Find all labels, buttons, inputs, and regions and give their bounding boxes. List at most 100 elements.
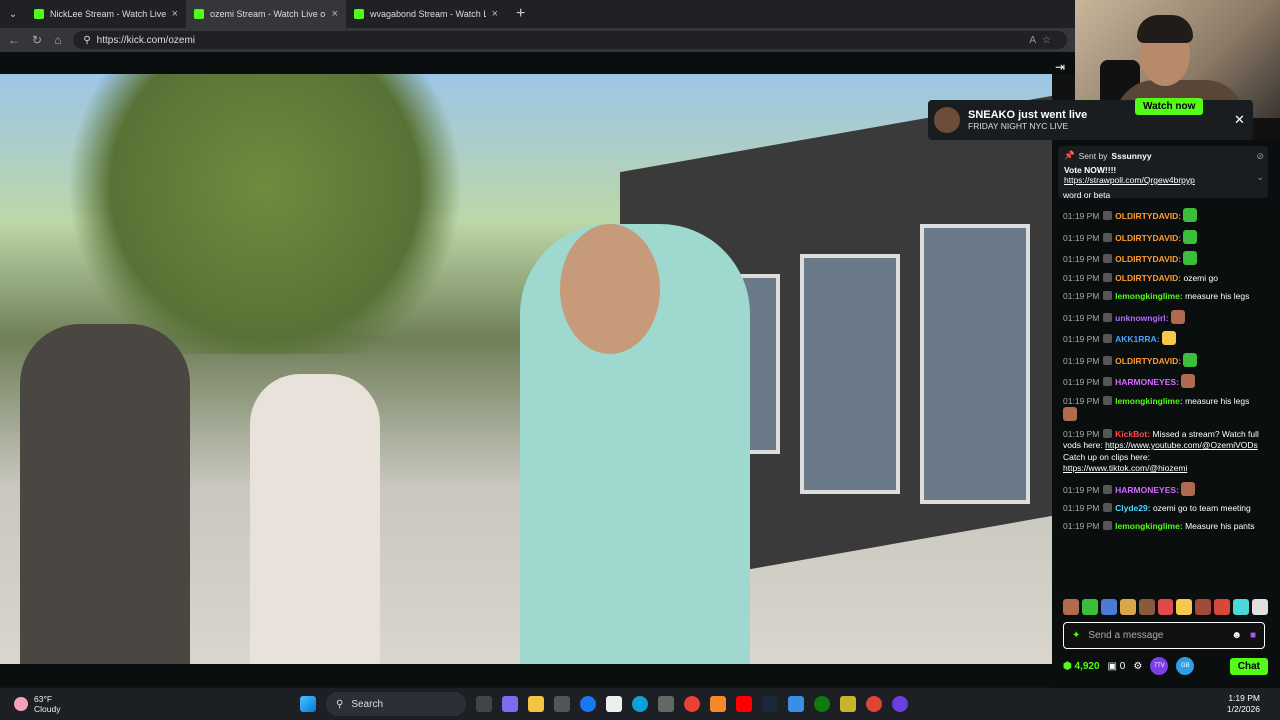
- video-controls-bar[interactable]: [0, 664, 1052, 686]
- steam-icon[interactable]: [762, 696, 778, 712]
- emote-icon[interactable]: [1176, 599, 1193, 615]
- emote-icon[interactable]: [1138, 599, 1155, 615]
- message-username[interactable]: OLDIRTYDAVID:: [1115, 356, 1181, 366]
- message-username[interactable]: lemongkinglime:: [1115, 291, 1183, 301]
- message-username[interactable]: lemongkinglime:: [1115, 396, 1183, 406]
- browser-tab-3[interactable]: wvagabond Stream - Watch Live o ×: [346, 0, 506, 28]
- chrome-icon[interactable]: [684, 696, 700, 712]
- tab-close-icon[interactable]: ×: [332, 8, 338, 20]
- emote-icon: [1161, 331, 1176, 346]
- unpin-icon[interactable]: ⊘: [1256, 151, 1264, 162]
- user-badge-icon: [1102, 395, 1112, 405]
- pinned-link[interactable]: https://strawpoll.com/Qrgew4brpyp: [1064, 175, 1262, 185]
- message-username[interactable]: lemongkinglime:: [1115, 521, 1183, 531]
- message-link[interactable]: https://www.youtube.com/@OzemiVODs: [1105, 440, 1258, 450]
- settings-app-icon[interactable]: [788, 696, 804, 712]
- emote-icon[interactable]: [1214, 599, 1231, 615]
- site-info-icon[interactable]: ⚲: [83, 35, 90, 46]
- settings-gear-icon[interactable]: ⚙: [1133, 661, 1142, 672]
- copilot-icon[interactable]: [502, 696, 518, 712]
- emoji-icon[interactable]: ☻: [1231, 630, 1242, 641]
- browser-tab-1[interactable]: NickLee Stream - Watch Live o ×: [26, 0, 186, 28]
- message-username[interactable]: OLDIRTYDAVID:: [1115, 233, 1181, 243]
- emote-icon[interactable]: [1195, 599, 1212, 615]
- message-username[interactable]: OLDIRTYDAVID:: [1115, 254, 1181, 264]
- facebook-icon[interactable]: [580, 696, 596, 712]
- message-username[interactable]: KickBot:: [1115, 429, 1150, 439]
- emote-quick-bar: [1063, 599, 1268, 617]
- tab-list-chevron-icon[interactable]: ⌄: [0, 9, 26, 20]
- message-username[interactable]: OLDIRTYDAVID:: [1115, 273, 1181, 283]
- back-arrow-icon[interactable]: ←: [8, 33, 20, 47]
- reload-icon[interactable]: ↻: [32, 33, 42, 47]
- extension-badge[interactable]: GB: [1176, 657, 1195, 675]
- message-username[interactable]: unknowngirl:: [1115, 313, 1168, 323]
- message-time: 01:19 PM: [1063, 395, 1100, 406]
- gift-icon[interactable]: ■: [1250, 630, 1256, 641]
- chat-message: 01:19 PM KickBot: Missed a stream? Watch…: [1063, 428, 1263, 475]
- system-clock[interactable]: 1:19 PM 1/2/2026: [1227, 693, 1280, 715]
- notes-icon[interactable]: [840, 696, 856, 712]
- taskbar-search[interactable]: ⚲ Search: [326, 692, 466, 716]
- message-link[interactable]: https://www.tiktok.com/@hiozemi: [1063, 463, 1187, 473]
- edge-icon[interactable]: [632, 696, 648, 712]
- search-icon: ⚲: [336, 698, 344, 710]
- xbox-icon[interactable]: [814, 696, 830, 712]
- message-time: 01:19 PM: [1063, 377, 1100, 388]
- home-icon[interactable]: ⌂: [54, 33, 61, 47]
- youtube-icon[interactable]: [736, 696, 752, 712]
- chat-message: 01:19 PM lemongkinglime: measure his leg…: [1063, 395, 1263, 422]
- chat-message: 01:19 PM HARMONEYES:: [1063, 481, 1263, 496]
- windows-start-icon[interactable]: [300, 696, 316, 712]
- tab-title: NickLee Stream - Watch Live o: [50, 9, 166, 19]
- obs-icon[interactable]: [892, 696, 908, 712]
- browser-tab-2[interactable]: ozemi Stream - Watch Live o ×: [186, 0, 346, 28]
- chat-message: 01:19 PM OLDIRTYDAVID:: [1063, 229, 1263, 244]
- message-username[interactable]: HARMONEYES:: [1115, 485, 1179, 495]
- tab-close-icon[interactable]: ×: [492, 8, 498, 20]
- close-icon[interactable]: ✕: [1234, 112, 1245, 128]
- amazon-icon[interactable]: [606, 696, 622, 712]
- emote-icon[interactable]: [1252, 599, 1268, 615]
- emote-icon[interactable]: [1233, 599, 1250, 615]
- pinned-user[interactable]: Sssunnyy: [1111, 151, 1151, 161]
- tab-close-icon[interactable]: ×: [172, 8, 178, 20]
- emote-icon[interactable]: [1119, 599, 1136, 615]
- user-badge-icon: [1102, 272, 1112, 282]
- emote-icon: [1181, 481, 1196, 496]
- chat-send-button[interactable]: Chat: [1229, 657, 1268, 675]
- chevron-down-icon[interactable]: ⌄: [1256, 172, 1264, 183]
- emote-icon[interactable]: [1063, 599, 1079, 615]
- video-player[interactable]: [0, 74, 1052, 664]
- channel-points[interactable]: ⬢ 4,920: [1063, 661, 1100, 672]
- chat-message: 01:19 PM Clyde29: ozemi go to team meeti…: [1063, 502, 1263, 514]
- gift-count[interactable]: ▣ 0: [1108, 661, 1126, 672]
- emote-icon[interactable]: [1081, 599, 1098, 615]
- store-icon[interactable]: [554, 696, 570, 712]
- notification-title: SNEAKO just went live: [968, 109, 1088, 121]
- chat-message: 01:19 PM unknowngirl:: [1063, 309, 1263, 324]
- emote-icon[interactable]: [1100, 599, 1117, 615]
- url-field[interactable]: ⚲ https://kick.com/ozemi A☆: [73, 31, 1067, 49]
- message-time: 01:19 PM: [1063, 272, 1100, 283]
- new-tab-plus-icon[interactable]: +: [506, 5, 535, 23]
- emote-icon[interactable]: [1157, 599, 1174, 615]
- file-explorer-icon[interactable]: [528, 696, 544, 712]
- chat-input[interactable]: ✦ Send a message ☻ ■: [1063, 622, 1265, 649]
- vlc-icon[interactable]: [710, 696, 726, 712]
- message-username[interactable]: HARMONEYES:: [1115, 377, 1179, 387]
- chat-collapse-icon[interactable]: ⇥: [1055, 60, 1065, 74]
- message-username[interactable]: AKK1RRA:: [1115, 334, 1159, 344]
- 7tv-badge[interactable]: 7TV: [1150, 657, 1169, 675]
- calculator-icon[interactable]: [658, 696, 674, 712]
- message-text: measure his legs: [1185, 291, 1250, 302]
- favorite-star-icon[interactable]: A☆: [1029, 35, 1057, 46]
- app-icon[interactable]: [866, 696, 882, 712]
- message-username[interactable]: Clyde29:: [1115, 503, 1150, 513]
- sparkle-icon[interactable]: ✦: [1072, 630, 1080, 641]
- weather-widget[interactable]: 63°F Cloudy: [0, 694, 300, 714]
- task-view-icon[interactable]: [476, 696, 492, 712]
- watch-now-button[interactable]: Watch now: [1135, 98, 1204, 115]
- message-username[interactable]: OLDIRTYDAVID:: [1115, 211, 1181, 221]
- message-text: word or beta: [1063, 190, 1111, 200]
